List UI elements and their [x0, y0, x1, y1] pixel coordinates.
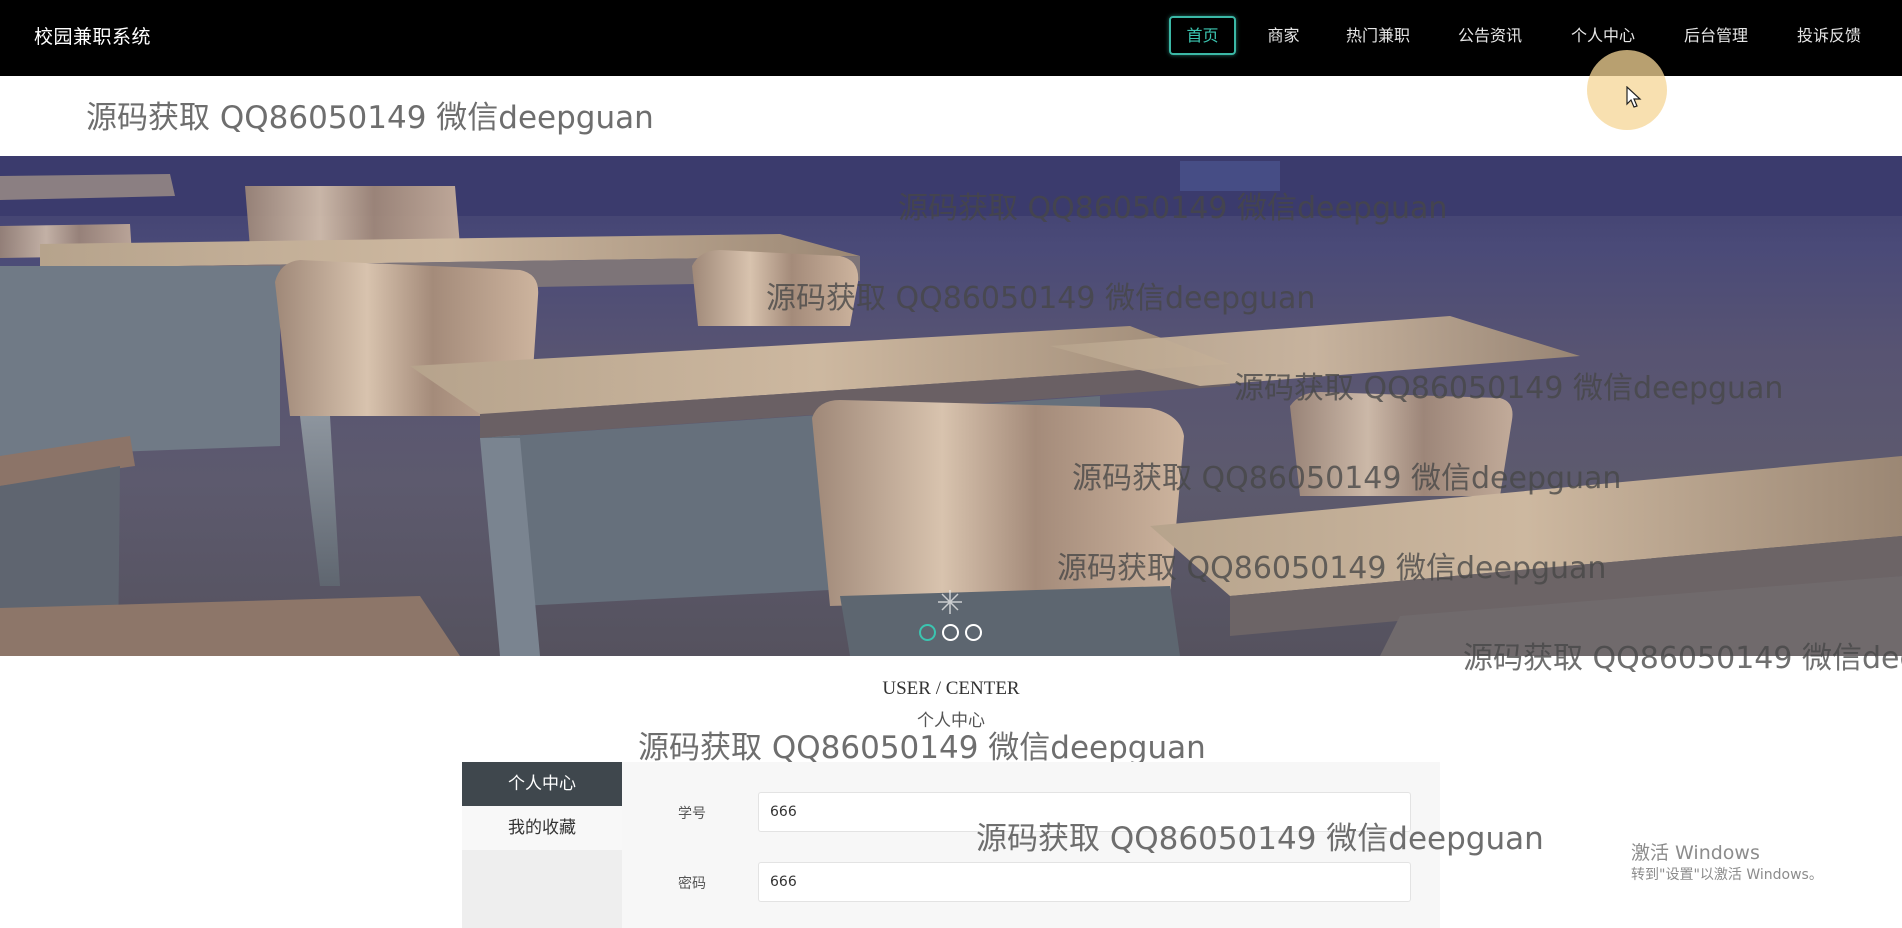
windows-activation-title: 激活 Windows [1631, 842, 1760, 864]
password-label: 密码 [678, 876, 706, 892]
carousel-dot[interactable] [942, 624, 959, 641]
carousel-dot[interactable] [965, 624, 982, 641]
mouse-cursor-icon [1626, 86, 1642, 108]
password-input[interactable]: 666 [758, 862, 1411, 902]
watermark-text: 源码获取 QQ86050149 微信deepguan [1057, 551, 1607, 586]
watermark-text: 源码获取 QQ86050149 微信deepguan [898, 191, 1448, 226]
watermark-text: 源码获取 QQ86050149 微信deepguan [638, 730, 1206, 766]
nav-feedback[interactable]: 投诉反馈 [1791, 16, 1867, 55]
nav-merchants[interactable]: 商家 [1262, 16, 1305, 55]
watermark-text: 源码获取 QQ86050149 微信deepguan [1463, 641, 1902, 676]
student-id-label: 学号 [678, 806, 706, 822]
nav-announcements[interactable]: 公告资讯 [1452, 16, 1528, 55]
site-brand[interactable]: 校园兼职系统 [34, 22, 151, 49]
watermark-text: 源码获取 QQ86050149 微信deepguan [1072, 461, 1622, 496]
watermark-text: 源码获取 QQ86050149 微信deepguan [766, 281, 1316, 316]
sidebar-item-user-center[interactable]: 个人中心 [462, 762, 622, 806]
carousel-dot[interactable] [919, 624, 936, 641]
section-title-en: USER / CENTER [882, 678, 1020, 699]
windows-activation-subtitle: 转到"设置"以激活 Windows。 [1631, 867, 1823, 883]
watermark-text: 源码获取 QQ86050149 微信deepguan [976, 821, 1544, 857]
watermark-text: 源码获取 QQ86050149 微信deepguan [1234, 371, 1784, 406]
user-sidebar: 个人中心 我的收藏 [462, 762, 622, 928]
watermark-text: 源码获取 QQ86050149 微信deepguan [86, 100, 654, 136]
carousel-indicators [919, 624, 982, 646]
sidebar-item-favorites[interactable]: 我的收藏 [462, 806, 622, 850]
nav-admin[interactable]: 后台管理 [1678, 16, 1754, 55]
nav-home[interactable]: 首页 [1169, 16, 1236, 55]
nav-hot-jobs[interactable]: 热门兼职 [1340, 16, 1416, 55]
